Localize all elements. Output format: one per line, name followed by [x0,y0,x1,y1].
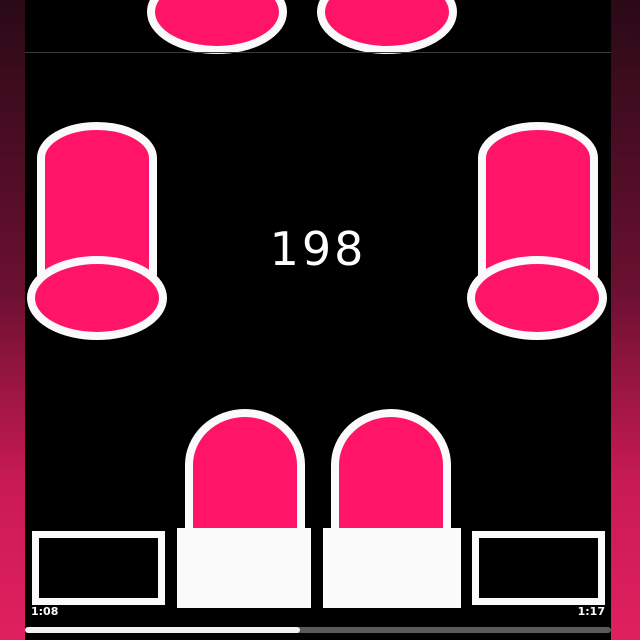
hit-pad-3[interactable] [323,528,461,608]
elapsed-time: 1:08 [31,605,59,618]
hit-pad-4[interactable] [472,531,605,605]
progress-bar[interactable] [25,627,611,633]
hit-pad-1[interactable] [32,531,165,605]
game-stage[interactable]: 198 1:08 1:17 [25,0,611,640]
progress-fill [25,627,301,633]
hold-note-left [185,409,305,540]
score-display: 198 [269,222,367,276]
hold-note-right [331,409,451,540]
top-divider [25,52,611,53]
total-time: 1:17 [577,605,605,618]
hit-pad-2[interactable] [177,528,311,608]
top-note-right [317,0,457,54]
top-note-left [147,0,287,54]
